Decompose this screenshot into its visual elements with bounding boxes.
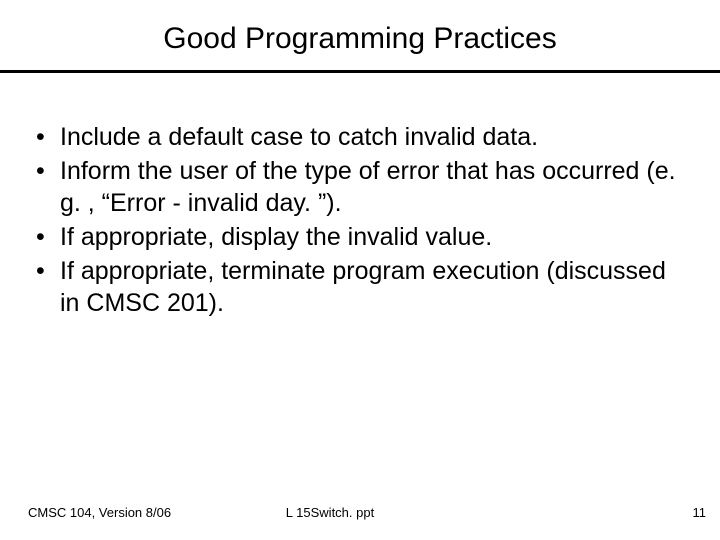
slide-body: Include a default case to catch invalid … xyxy=(28,121,692,319)
slide-title: Good Programming Practices xyxy=(28,22,692,56)
bullet-item: If appropriate, display the invalid valu… xyxy=(30,221,686,253)
bullet-item: Include a default case to catch invalid … xyxy=(30,121,686,153)
bullet-item: If appropriate, terminate program execut… xyxy=(30,255,686,319)
title-underline xyxy=(0,70,720,73)
bullet-item: Inform the user of the type of error tha… xyxy=(30,155,686,219)
bullet-list: Include a default case to catch invalid … xyxy=(30,121,686,319)
footer-center: L 15Switch. ppt xyxy=(0,505,720,520)
slide: Good Programming Practices Include a def… xyxy=(0,0,720,540)
footer-page-number: 11 xyxy=(693,505,707,520)
